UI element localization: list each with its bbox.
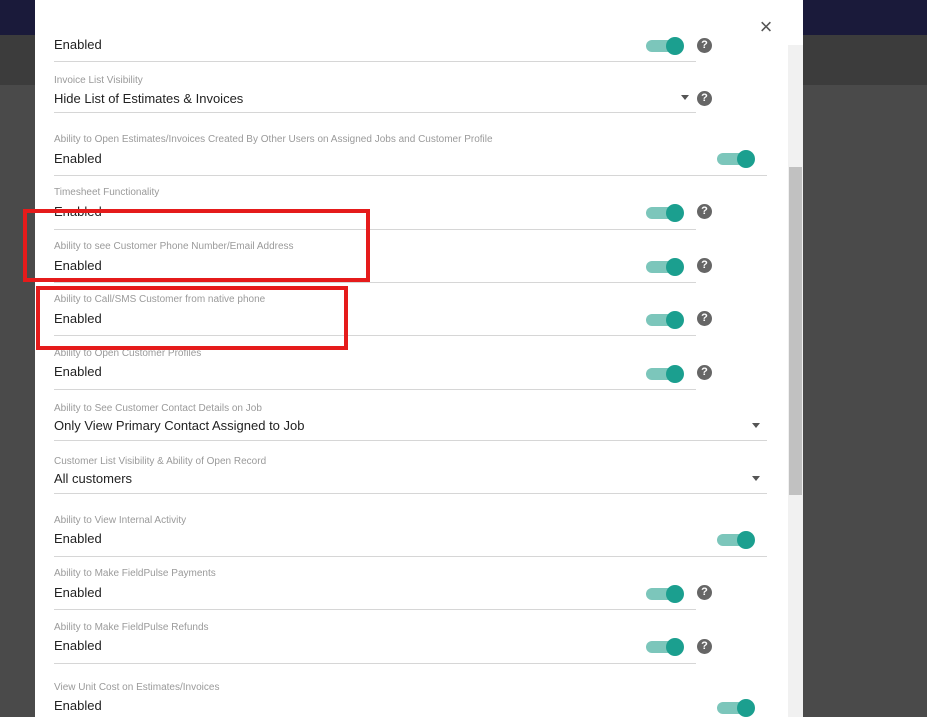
divider — [54, 609, 696, 610]
toggle-switch[interactable] — [646, 37, 684, 55]
help-icon[interactable]: ? — [697, 585, 712, 600]
setting-label: Ability to Open Estimates/Invoices Creat… — [54, 134, 493, 145]
divider — [54, 663, 696, 664]
divider — [54, 556, 767, 557]
setting-value[interactable]: Only View Primary Contact Assigned to Jo… — [54, 418, 305, 433]
help-icon[interactable]: ? — [697, 639, 712, 654]
setting-value: Enabled — [54, 585, 102, 600]
toggle-switch[interactable] — [717, 150, 755, 168]
toggle-switch[interactable] — [646, 638, 684, 656]
setting-label: Customer List Visibility & Ability of Op… — [54, 456, 267, 467]
divider — [54, 440, 767, 441]
setting-value: Enabled — [54, 698, 102, 713]
highlight-box — [36, 286, 348, 350]
setting-label: View Unit Cost on Estimates/Invoices — [54, 682, 220, 693]
highlight-box — [23, 209, 370, 282]
toggle-switch[interactable] — [717, 699, 755, 717]
divider — [54, 112, 696, 113]
toggle-switch[interactable] — [717, 531, 755, 549]
toggle-switch[interactable] — [646, 311, 684, 329]
setting-value[interactable]: Hide List of Estimates & Invoices — [54, 91, 243, 106]
toggle-switch[interactable] — [646, 365, 684, 383]
help-icon[interactable]: ? — [697, 91, 712, 106]
setting-label: Invoice List Visibility — [54, 75, 143, 86]
permissions-modal: × Enabled ? Invoice List Visibility Hide… — [35, 0, 803, 717]
chevron-down-icon[interactable] — [752, 423, 760, 428]
divider — [54, 61, 696, 62]
chevron-down-icon[interactable] — [752, 476, 760, 481]
setting-value: Enabled — [54, 638, 102, 653]
setting-label: Timesheet Functionality — [54, 187, 160, 198]
setting-label: Ability to Make FieldPulse Payments — [54, 568, 216, 579]
setting-value: Enabled — [54, 37, 102, 52]
help-icon[interactable]: ? — [697, 204, 712, 219]
setting-label: Ability to See Customer Contact Details … — [54, 403, 262, 414]
scrollbar-thumb[interactable] — [789, 167, 802, 495]
divider — [54, 282, 696, 283]
toggle-switch[interactable] — [646, 204, 684, 222]
close-icon[interactable]: × — [757, 16, 775, 38]
help-icon[interactable]: ? — [697, 311, 712, 326]
scrollbar[interactable] — [788, 45, 803, 717]
divider — [54, 175, 767, 176]
setting-value: Enabled — [54, 364, 102, 379]
divider — [54, 389, 696, 390]
chevron-down-icon[interactable] — [681, 95, 689, 100]
setting-value: Enabled — [54, 151, 102, 166]
setting-label: Ability to Make FieldPulse Refunds — [54, 622, 209, 633]
toggle-switch[interactable] — [646, 258, 684, 276]
setting-value[interactable]: All customers — [54, 471, 132, 486]
help-icon[interactable]: ? — [697, 258, 712, 273]
toggle-switch[interactable] — [646, 585, 684, 603]
help-icon[interactable]: ? — [697, 365, 712, 380]
help-icon[interactable]: ? — [697, 38, 712, 53]
divider — [54, 493, 767, 494]
setting-value: Enabled — [54, 531, 102, 546]
setting-label: Ability to View Internal Activity — [54, 515, 187, 526]
